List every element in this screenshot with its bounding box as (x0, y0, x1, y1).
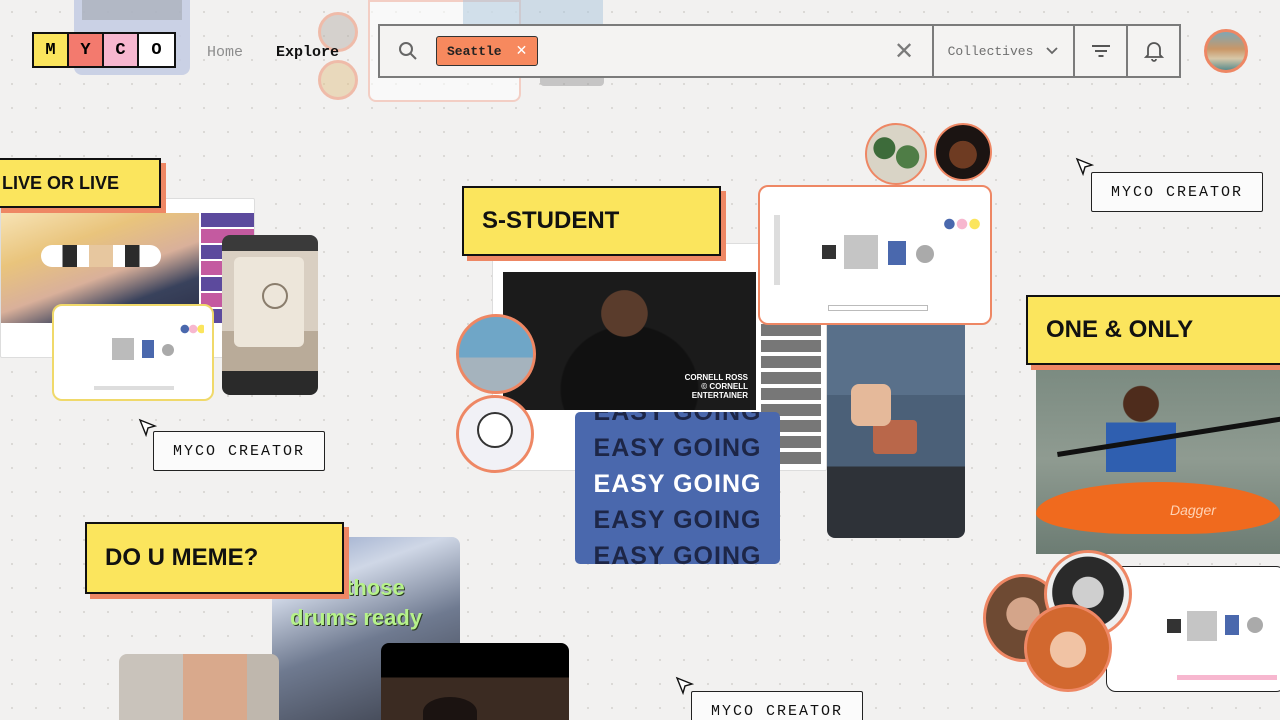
hands (851, 384, 891, 426)
chip-remove-icon[interactable]: ✕ (516, 43, 528, 60)
chevron-down-icon (1046, 47, 1059, 55)
caption-line: ENTERTAINER (691, 391, 748, 400)
mini-bar (94, 386, 174, 390)
mini-bar (828, 305, 928, 311)
clear-search-icon[interactable]: ✕ (876, 26, 932, 76)
mini-node (916, 245, 934, 263)
easy-going-line: EASY GOING (593, 542, 762, 564)
easy-going-line: EASY GOING (593, 434, 762, 462)
drawing-video-card[interactable] (222, 235, 318, 395)
mini-node (888, 241, 906, 265)
easy-going-card[interactable]: EASY GOING EASY GOING EASY GOING EASY GO… (575, 412, 780, 564)
anime-eyes (41, 245, 161, 267)
search-input[interactable] (538, 26, 876, 76)
label-live-text: LIVE OR LIVE (2, 172, 120, 193)
face-shadow (423, 697, 477, 720)
chip-label: Seattle (447, 43, 502, 59)
mini-node (1167, 619, 1181, 633)
filter-button[interactable] (1073, 26, 1126, 76)
creator-label: MYCO CREATOR (710, 702, 844, 720)
label-s-student: S-STUDENT (462, 186, 721, 256)
bell-icon (1143, 42, 1164, 62)
mini-node (162, 344, 174, 356)
notifications-button[interactable] (1126, 26, 1179, 76)
search-bar[interactable]: Seattle ✕ ✕ Collectives (378, 24, 1181, 78)
cartoon-face (477, 412, 513, 448)
mini-node (112, 338, 134, 360)
caption-line: CORNELL ROSS (684, 373, 748, 382)
faded-card (463, 0, 603, 24)
cartoon-avatar[interactable] (456, 395, 534, 473)
mini-node (1225, 615, 1239, 635)
plant-avatar[interactable] (865, 123, 927, 185)
search-filter-chip[interactable]: Seattle ✕ (436, 36, 539, 66)
video-caption: CORNELL ROSS © CORNELL ENTERTAINER (685, 373, 748, 400)
label-meme-text: DO U MEME? (105, 544, 259, 571)
mini-node (844, 235, 878, 269)
creator-label: MYCO CREATOR (172, 442, 306, 460)
label-student-text: S-STUDENT (482, 207, 620, 234)
mini-node (1247, 617, 1263, 633)
sketch-drawing (262, 283, 288, 309)
myco-mini-board[interactable] (1106, 566, 1280, 692)
kayak-brand: Dagger (1170, 502, 1216, 518)
myco-creator-tag[interactable]: MYCO CREATOR (153, 431, 325, 471)
myco-logo[interactable]: M Y C O (32, 32, 176, 68)
myco-creator-tag[interactable]: MYCO CREATOR (1091, 172, 1263, 212)
faded-card (82, 0, 182, 20)
label-one-text: ONE & ONLY (1046, 316, 1194, 343)
logo-letter-m: M (34, 34, 69, 66)
nav-home-link[interactable]: Home (207, 44, 243, 61)
running-avatar[interactable] (456, 314, 536, 394)
meme-caption-1: those (346, 575, 405, 600)
creator-label: MYCO CREATOR (1110, 183, 1244, 201)
mini-sidebar (774, 215, 780, 285)
caption-line: © CORNELL (701, 382, 748, 391)
nav-explore-link[interactable]: Explore (276, 44, 339, 61)
meme-caption-2: drums ready (290, 605, 423, 630)
mini-bar (1177, 675, 1277, 680)
label-live-or-live: LIVE OR LIVE (0, 158, 161, 208)
user-avatar[interactable] (1204, 29, 1248, 73)
easy-going-line: EASY GOING (593, 470, 762, 498)
collectives-dropdown[interactable]: Collectives (932, 26, 1073, 76)
video-player: CORNELL ROSS © CORNELL ENTERTAINER (503, 272, 756, 410)
easy-going-line: EASY GOING (593, 506, 762, 534)
mini-dots (944, 217, 980, 231)
label-one-and-only: ONE & ONLY (1026, 295, 1280, 365)
kayak-photo[interactable]: Dagger (1036, 364, 1280, 554)
mini-node (142, 340, 154, 358)
kayak: Dagger (1036, 482, 1280, 534)
mini-dots (180, 324, 204, 334)
search-icon[interactable] (380, 26, 436, 76)
portrait-avatar[interactable] (1024, 604, 1112, 692)
selfie-video-card[interactable] (119, 654, 279, 720)
dropdown-label: Collectives (947, 43, 1034, 59)
myco-mini-board[interactable] (52, 304, 214, 401)
logo-letter-o: O (139, 34, 174, 66)
mini-node (822, 245, 836, 259)
label-do-u-meme: DO U MEME? (85, 522, 344, 594)
easy-going-line: EASY GOING (593, 412, 762, 426)
dark-video-card[interactable] (381, 643, 569, 720)
logo-letter-y: Y (69, 34, 104, 66)
logo-letter-c: C (104, 34, 139, 66)
faded-avatar (318, 60, 358, 100)
myco-mini-board[interactable] (758, 185, 992, 325)
brick-video-card[interactable] (827, 300, 965, 538)
myco-creator-tag[interactable]: MYCO CREATOR (691, 691, 863, 720)
smiling-avatar[interactable] (934, 123, 992, 181)
filter-icon (1091, 45, 1110, 57)
mini-node (1187, 611, 1217, 641)
